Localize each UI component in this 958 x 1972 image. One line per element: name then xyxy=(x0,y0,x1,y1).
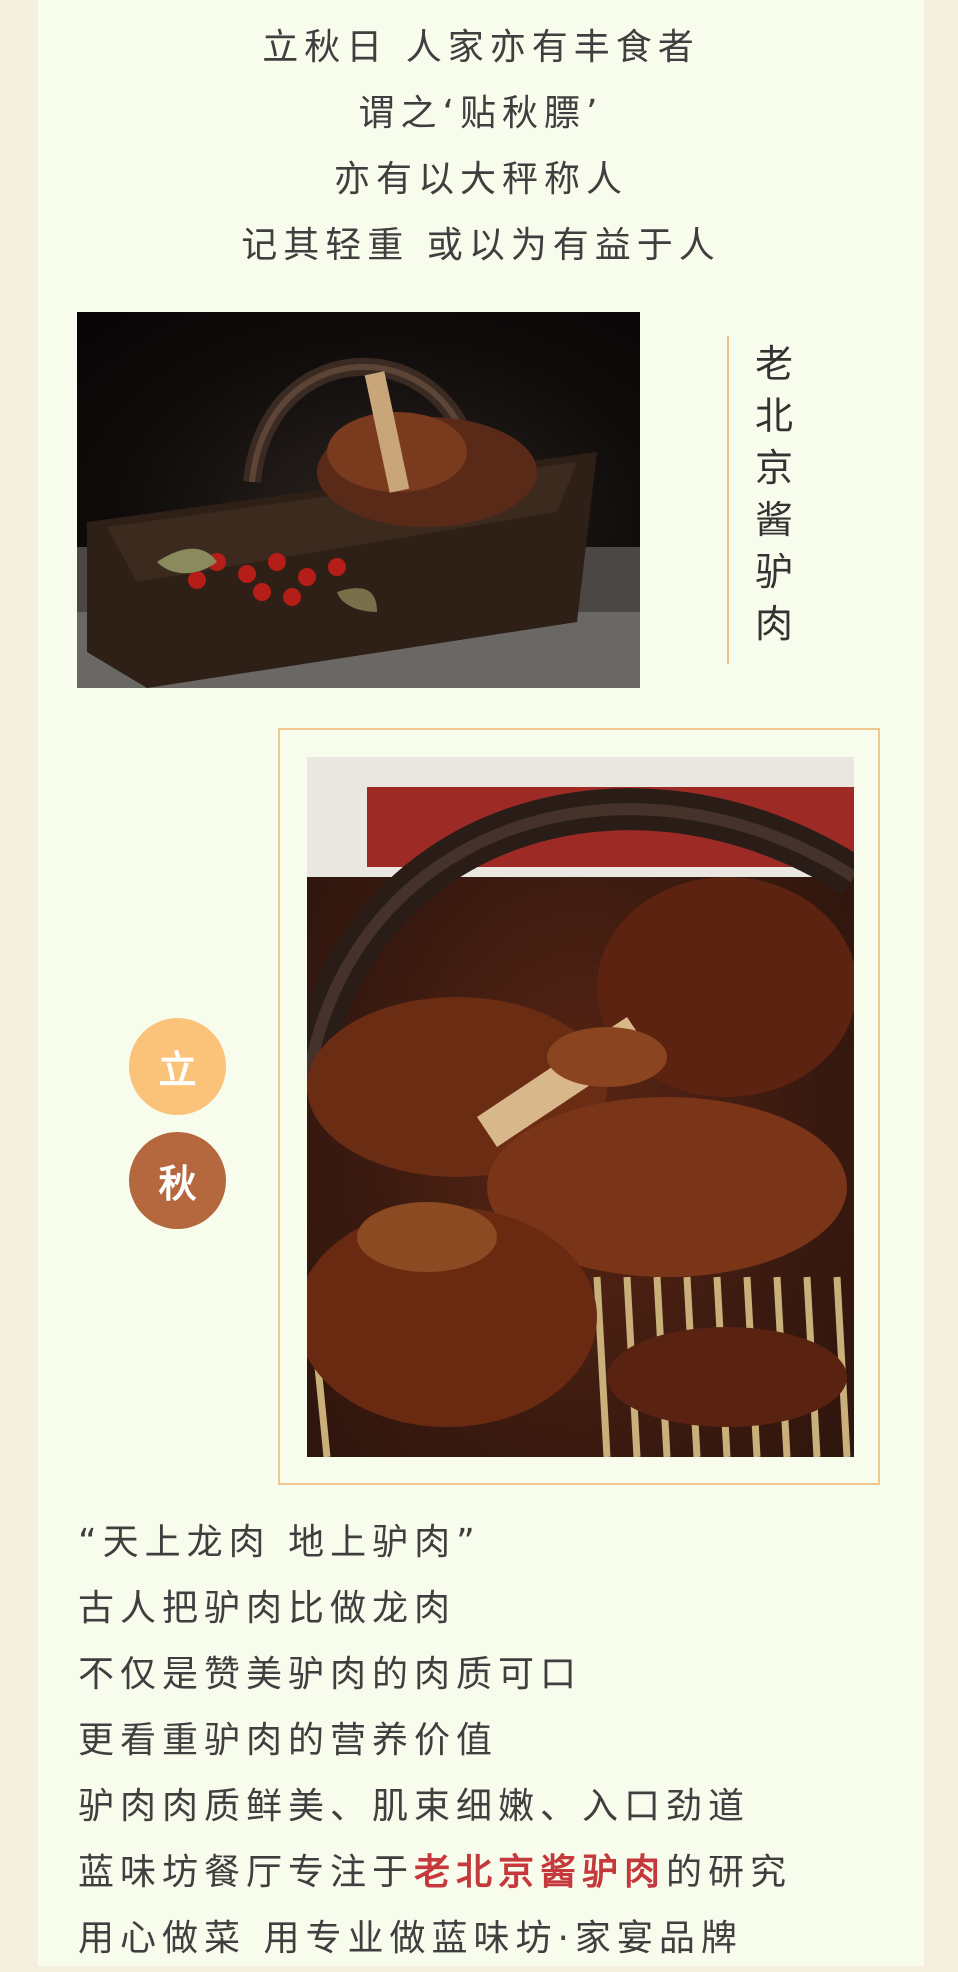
title-divider xyxy=(727,336,729,664)
title-char: 酱 xyxy=(754,498,793,542)
intro-line: 记其轻重 或以为有益于人 xyxy=(241,225,721,266)
dish-closeup-photo xyxy=(307,757,854,1457)
intro-poem: 立秋日 人家亦有丰食者 谓之‘贴秋膘’ 亦有以大秤称人 记其轻重 或以为有益于人 xyxy=(38,22,924,286)
intro-line: 立秋日 人家亦有丰食者 xyxy=(262,27,700,68)
dish-basket-photo xyxy=(77,312,640,688)
body-text-segment: 的研究 xyxy=(666,1852,793,1893)
intro-line: 亦有以大秤称人 xyxy=(333,159,628,200)
article-page: 立秋日 人家亦有丰食者 谓之‘贴秋膘’ 亦有以大秤称人 记其轻重 或以为有益于人 xyxy=(38,0,924,1966)
title-char: 北 xyxy=(754,394,793,438)
badge-qiu: 秋 xyxy=(129,1132,226,1229)
badge-li: 立 xyxy=(129,1018,226,1115)
body-line: 驴肉肉质鲜美、肌束细嫩、入口劲道 xyxy=(78,1786,751,1827)
dish-vertical-title: 老 北 京 酱 驴 肉 xyxy=(748,338,800,650)
title-char: 驴 xyxy=(754,550,793,594)
body-line: 古人把驴肉比做龙肉 xyxy=(78,1588,457,1629)
body-text-segment: 蓝味坊餐厅专注于 xyxy=(78,1852,415,1893)
title-char: 京 xyxy=(754,446,793,490)
title-char: 老 xyxy=(754,342,793,386)
intro-line: 谓之‘贴秋膘’ xyxy=(358,93,604,134)
body-line: 用心做菜 用专业做蓝味坊·家宴品牌 xyxy=(78,1918,743,1959)
body-line: 蓝味坊餐厅专注于老北京酱驴肉的研究 xyxy=(78,1840,898,1906)
body-line: 不仅是赞美驴肉的肉质可口 xyxy=(78,1654,583,1695)
body-line: “天上龙肉 地上驴肉” xyxy=(78,1522,481,1563)
title-char: 肉 xyxy=(754,602,793,646)
highlighted-dish-name: 老北京酱驴肉 xyxy=(414,1852,667,1893)
body-line: 更看重驴肉的营养价值 xyxy=(78,1720,499,1761)
article-body: “天上龙肉 地上驴肉” 古人把驴肉比做龙肉 不仅是赞美驴肉的肉质可口 更看重驴肉… xyxy=(78,1510,898,1972)
